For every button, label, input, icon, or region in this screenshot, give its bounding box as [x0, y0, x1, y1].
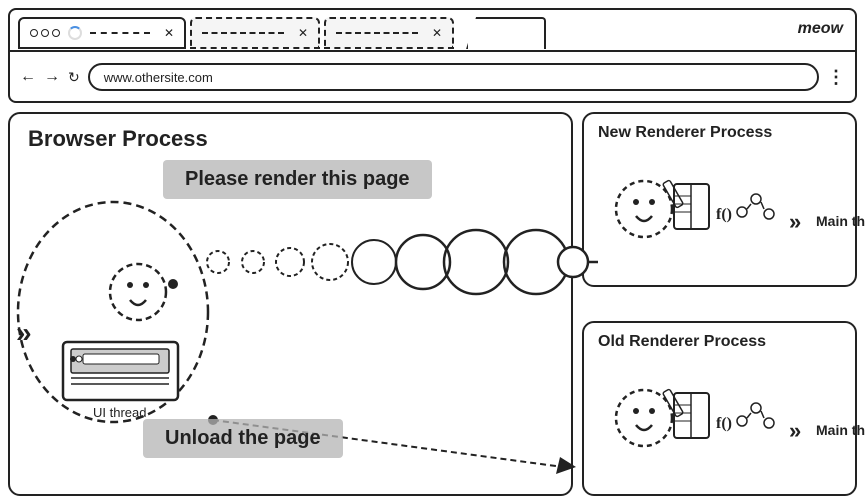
tab-2[interactable]: ✕: [190, 17, 320, 49]
render-banner: Please render this page: [163, 160, 432, 199]
svg-text:f(): f(): [716, 415, 732, 432]
tab-bar: ✕ ✕ ✕ meow: [10, 10, 855, 52]
menu-button[interactable]: ⋮: [827, 67, 845, 88]
back-button[interactable]: ←: [20, 68, 36, 86]
url-bar[interactable]: www.othersite.com: [88, 63, 819, 91]
svg-text:»: »: [789, 209, 801, 234]
new-renderer-label: New Renderer Process: [598, 124, 772, 142]
tab-traffic-lights: [30, 29, 60, 37]
svg-text:f(): f(): [716, 206, 732, 223]
tab-close-2[interactable]: ✕: [298, 26, 308, 40]
old-renderer-svg: f() » Main thread: [594, 363, 865, 493]
ui-thread-text: UI thread: [93, 405, 146, 420]
tab-circle-2: [41, 29, 49, 37]
tab-close-3[interactable]: ✕: [432, 26, 442, 40]
tab-circle-3: [52, 29, 60, 37]
tab-3[interactable]: ✕: [324, 17, 454, 49]
tab-close-1[interactable]: ✕: [164, 26, 174, 40]
tab-dash-line: [90, 32, 150, 34]
new-main-thread-label: Main thread: [816, 213, 865, 229]
new-renderer-box: New Renderer Process f(): [582, 112, 857, 287]
old-main-thread-label: Main thread: [816, 422, 865, 438]
tab-3-content: [336, 32, 418, 34]
meow-label: meow: [798, 20, 843, 38]
refresh-button[interactable]: ↻: [68, 69, 80, 86]
unload-banner: Unload the page: [143, 419, 343, 458]
active-tab-shape: [466, 17, 546, 49]
tab-circle-1: [30, 29, 38, 37]
browser-chrome: ✕ ✕ ✕ meow ← → ↻ www.othersite.com ⋮: [8, 8, 857, 103]
tab-1[interactable]: ✕: [18, 17, 186, 49]
old-renderer-label: Old Renderer Process: [598, 333, 766, 351]
tab-loading-spinner: [68, 26, 82, 40]
forward-button[interactable]: →: [44, 68, 60, 86]
svg-text:»: »: [789, 418, 801, 443]
new-renderer-svg: f() » Main thread: [594, 154, 865, 284]
new-renderer-content: f() » Main thread: [594, 154, 845, 275]
nav-bar: ← → ↻ www.othersite.com ⋮: [10, 52, 855, 102]
old-renderer-content: f() » Main thread: [594, 363, 845, 484]
url-text: www.othersite.com: [104, 70, 213, 85]
old-renderer-box: Old Renderer Process f(): [582, 321, 857, 496]
tab-2-content: [202, 32, 284, 34]
svg-text:»: »: [16, 317, 32, 348]
diagram-area: Browser Process New Renderer Process: [8, 112, 857, 496]
